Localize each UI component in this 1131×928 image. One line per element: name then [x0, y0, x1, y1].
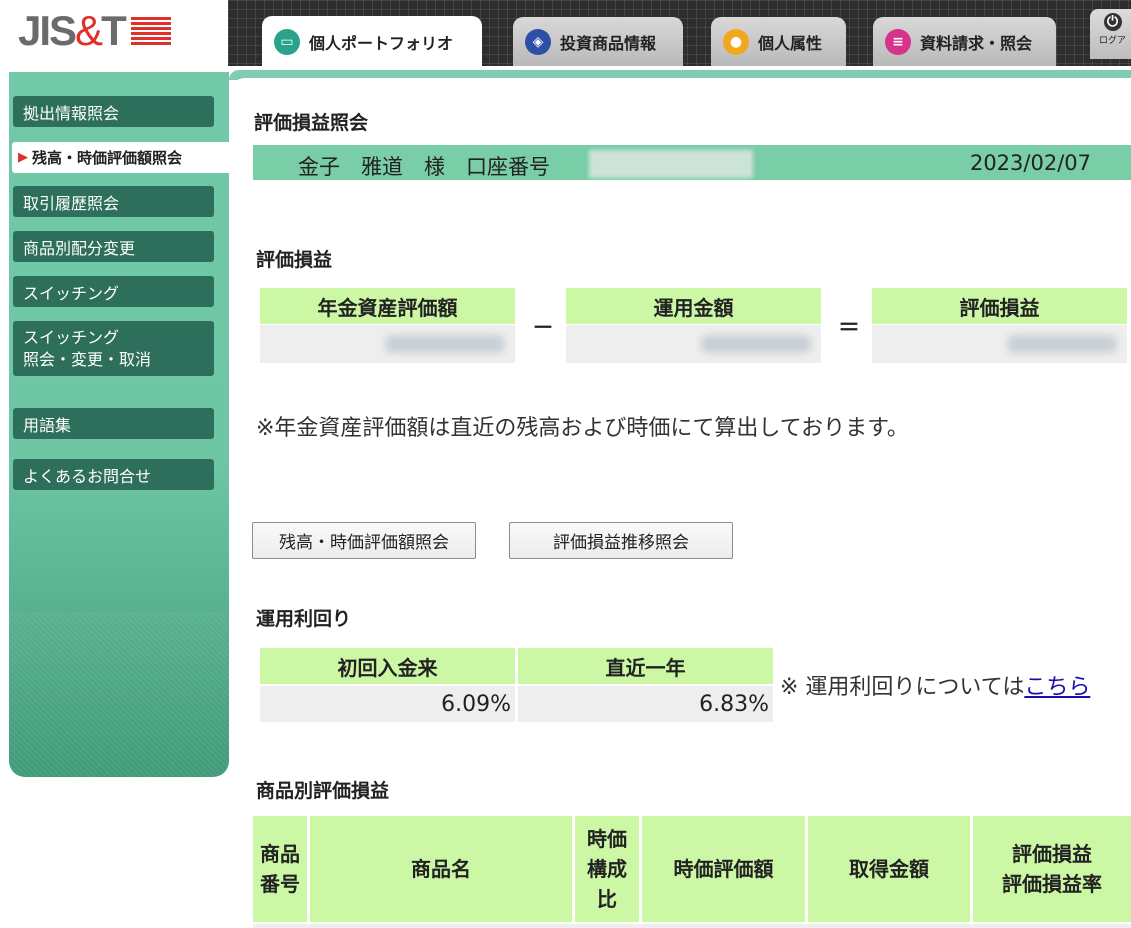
power-icon: ⏻ — [1103, 13, 1122, 31]
col-header-profit-loss: 評価損益 評価損益率 — [973, 816, 1131, 922]
yield-last-year-header: 直近一年 — [518, 648, 773, 684]
products-section-title: 商品別評価損益 — [256, 780, 390, 802]
redacted-value — [1007, 335, 1117, 353]
sidebar-item-label: スイッチング — [23, 327, 120, 347]
sidebar-item-label: 残高・時価評価額照会 — [32, 149, 183, 167]
invested-amount-cell — [566, 325, 821, 363]
valuation-note: ※年金資産評価額は直近の残高および時価にて算出しております。 — [256, 416, 909, 441]
yield-last-year-value: 6.83% — [518, 686, 773, 722]
yield-info-link[interactable]: こちら — [1024, 675, 1090, 700]
asset-value-header: 年金資産評価額 — [260, 288, 515, 324]
minus-sign: － — [532, 316, 555, 341]
sidebar-item-balance[interactable]: ▶ 残高・時価評価額照会 — [12, 142, 234, 173]
sidebar-item-label: 商品別配分変更 — [23, 238, 136, 258]
sidebar-item-label: 用語集 — [23, 415, 72, 435]
col-header-text: 時価 — [587, 827, 627, 851]
sidebar-item-label: よくあるお問合せ — [23, 466, 152, 486]
invested-amount-header: 運用金額 — [566, 288, 821, 324]
logout-button[interactable]: ⏻ ログア — [1090, 9, 1131, 59]
tab-personal-attributes[interactable]: ● 個人属性 — [711, 17, 846, 66]
col-header-market-value: 時価評価額 — [642, 816, 805, 922]
tab-label: 投資商品情報 — [560, 33, 657, 53]
col-header-product-number: 商品 番号 — [253, 816, 307, 922]
sidebar-item-glossary[interactable]: 用語集 — [13, 408, 214, 439]
folder-icon: ▭ — [274, 29, 300, 55]
profit-loss-header: 評価損益 — [872, 288, 1127, 324]
col-header-cost: 取得金額 — [808, 816, 970, 922]
yield-note-text: ※ 運用利回りについては — [780, 675, 1025, 700]
equals-sign: ＝ — [838, 316, 861, 341]
tab-label: 個人属性 — [758, 33, 823, 53]
yield-section-title: 運用利回り — [256, 608, 352, 630]
sidebar-item-switching-manage[interactable]: スイッチング 照会・変更・取消 — [13, 321, 214, 376]
account-date: 2023/02/07 — [969, 151, 1091, 175]
table-row — [253, 924, 1131, 928]
col-header-product-name: 商品名 — [310, 816, 572, 922]
header-bar: JIS&T ▭ 個人ポートフォリオ ◈ 投資商品情報 ● 個人属性 ≡ 資料請求… — [0, 0, 1131, 70]
document-icon: ≡ — [885, 28, 911, 55]
col-header-text: 評価損益 — [1012, 842, 1092, 866]
page-title: 評価損益照会 — [254, 112, 369, 134]
sidebar-item-history[interactable]: 取引履歴照会 — [13, 186, 214, 217]
logout-label: ログア — [1098, 36, 1126, 46]
profit-loss-cell — [872, 325, 1127, 363]
account-bar: 金子 雅道 様 口座番号 2023/02/07 — [253, 145, 1131, 186]
tab-document-request[interactable]: ≡ 資料請求・照会 — [873, 17, 1056, 66]
tab-investment-products[interactable]: ◈ 投資商品情報 — [513, 17, 683, 66]
asset-value-cell — [260, 325, 515, 363]
redacted-value — [701, 335, 811, 353]
sidebar-item-allocation[interactable]: 商品別配分変更 — [13, 231, 214, 262]
col-header-text: 評価損益率 — [1002, 872, 1102, 896]
sidebar-item-label: 拠出情報照会 — [23, 103, 120, 123]
user-icon: ● — [723, 28, 749, 55]
yield-note: ※ 運用利回りについてはこちら — [780, 669, 1090, 701]
col-header-text: 比 — [597, 887, 617, 911]
yield-since-first-value: 6.09% — [260, 686, 515, 722]
account-holder-name: 金子 雅道 様 口座番号 — [298, 155, 550, 179]
col-header-ratio: 時価 構成比 — [575, 816, 639, 922]
company-logo[interactable]: JIS&T — [18, 6, 171, 56]
col-header-text: 商品 — [260, 842, 300, 866]
col-header-text: 番号 — [260, 872, 300, 896]
tab-label: 個人ポートフォリオ — [309, 34, 454, 53]
sidebar-item-label: スイッチング — [23, 283, 120, 303]
valuation-section-title: 評価損益 — [256, 249, 333, 271]
redacted-value — [385, 335, 505, 353]
yield-since-first-header: 初回入金来 — [260, 648, 515, 684]
logo-stripes-icon — [130, 17, 171, 45]
tab-label: 資料請求・照会 — [920, 33, 1033, 53]
sidebar-item-label: 照会・変更・取消 — [23, 349, 152, 369]
triangle-right-icon: ▶ — [18, 150, 28, 165]
cube-icon: ◈ — [525, 28, 551, 55]
balance-inquiry-button[interactable]: 残高・時価評価額照会 — [252, 522, 476, 559]
sidebar-item-switching[interactable]: スイッチング — [13, 276, 214, 307]
account-number-redacted — [589, 150, 753, 178]
logo-text: JIS&T — [18, 7, 127, 54]
sidebar-item-faq[interactable]: よくあるお問合せ — [13, 459, 214, 490]
sidebar-texture — [9, 612, 229, 777]
pl-trend-button[interactable]: 評価損益推移照会 — [509, 522, 733, 559]
sidebar-item-label: 取引履歴照会 — [23, 193, 120, 213]
tab-personal-portfolio[interactable]: ▭ 個人ポートフォリオ — [262, 16, 482, 68]
col-header-text: 構成 — [587, 857, 627, 881]
sidebar-item-contribution[interactable]: 拠出情報照会 — [13, 96, 214, 127]
